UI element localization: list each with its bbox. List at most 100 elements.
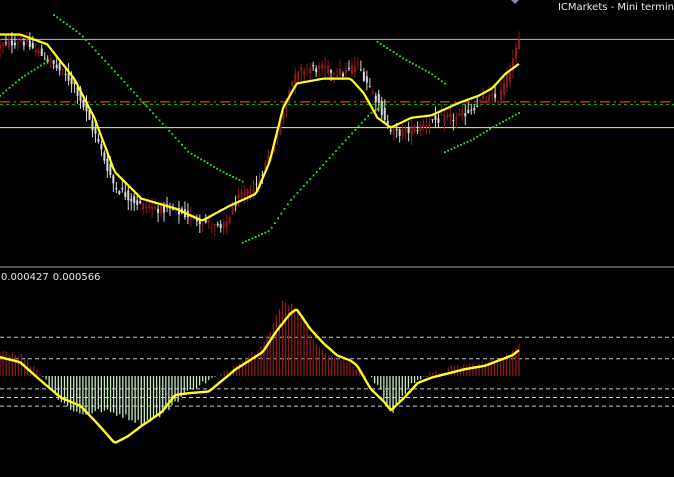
envelope-dot <box>193 154 196 157</box>
candle-body <box>109 163 112 175</box>
candle-body <box>216 223 219 226</box>
candle-body <box>157 208 160 213</box>
envelope-dot <box>145 105 148 108</box>
candle-body <box>1 43 4 46</box>
envelope-dot <box>129 88 132 90</box>
envelope-dot <box>460 143 462 146</box>
candle-body <box>106 158 109 171</box>
envelope-dot <box>213 165 215 168</box>
envelope-dot <box>97 53 100 55</box>
envelope-dot <box>389 49 392 52</box>
trading-chart[interactable] <box>0 0 674 477</box>
envelope-dot <box>370 111 373 114</box>
envelope-dot <box>5 89 8 92</box>
envelope-dot <box>161 122 164 125</box>
candle-body <box>136 200 139 205</box>
candle-body <box>500 89 503 101</box>
candle-body <box>0 45 1 49</box>
candle-body <box>449 113 452 118</box>
envelope-dot <box>331 153 334 156</box>
candle-body <box>434 115 437 120</box>
envelope-dot <box>241 180 244 183</box>
envelope-dot <box>482 131 485 134</box>
candle-body <box>431 119 434 121</box>
envelope-dot <box>251 237 254 240</box>
indicator-value-1: 0.000427 <box>1 272 49 283</box>
candle-body <box>353 66 356 73</box>
envelope-dot <box>379 43 382 45</box>
chart-shift-marker <box>511 0 519 4</box>
candle-body <box>344 69 347 74</box>
candle-body <box>443 114 446 124</box>
envelope-dot <box>498 122 501 125</box>
envelope-dot <box>485 129 488 132</box>
candle-body <box>207 220 210 224</box>
envelope-dot <box>27 72 30 75</box>
candle-body <box>494 93 497 98</box>
envelope-dot <box>338 146 341 149</box>
envelope-dot <box>309 178 312 180</box>
candle-body <box>246 188 249 196</box>
envelope-dot <box>184 147 187 150</box>
candle-body <box>374 95 377 102</box>
candle-body <box>398 129 401 136</box>
candle-body <box>350 65 353 74</box>
candle-body <box>294 73 297 85</box>
envelope-dot <box>232 176 235 178</box>
candle-body <box>127 190 130 201</box>
candle-body <box>219 224 222 229</box>
envelope-dot <box>36 66 39 69</box>
candle-body <box>61 69 64 71</box>
envelope-dot <box>245 240 247 243</box>
envelope-dot <box>293 195 296 198</box>
candle-body <box>377 93 380 104</box>
envelope-dot <box>123 81 126 83</box>
candle-body <box>201 224 204 226</box>
envelope-dot <box>181 143 183 146</box>
envelope-dot <box>463 142 466 145</box>
envelope-dot <box>283 208 286 210</box>
candle-body <box>485 99 488 101</box>
envelope-dot <box>489 128 491 130</box>
candle-body <box>514 47 517 60</box>
envelope-dot <box>418 66 421 69</box>
candle-body <box>392 129 395 135</box>
candle-body <box>437 118 440 123</box>
envelope-dot <box>380 106 382 109</box>
envelope-dot <box>65 23 68 26</box>
candle-body <box>300 66 303 72</box>
candle-body <box>25 39 28 43</box>
envelope-dot <box>216 167 219 170</box>
candle-body <box>94 128 97 134</box>
candle-body <box>389 129 392 132</box>
candle-body <box>452 120 455 122</box>
candle-body <box>371 91 374 93</box>
envelope-dot <box>376 41 379 43</box>
envelope-dot <box>8 86 11 89</box>
envelope-dot <box>395 53 398 56</box>
candle-body <box>121 187 124 190</box>
candle-body <box>31 42 34 49</box>
candle-body <box>43 58 46 60</box>
envelope-dot <box>225 172 228 175</box>
envelope-dot <box>142 101 145 104</box>
envelope-dot <box>386 47 389 49</box>
envelope-dot <box>120 77 123 80</box>
candle-body <box>49 59 52 61</box>
envelope-dot <box>33 68 36 71</box>
envelope-dot <box>437 78 440 80</box>
candle-body <box>482 95 485 100</box>
envelope-dot <box>447 149 450 152</box>
candle-body <box>124 192 127 197</box>
broker-label: ICMarkets - Mini termin <box>557 2 674 13</box>
envelope-dot <box>229 174 231 177</box>
envelope-dot <box>158 119 161 122</box>
envelope-dot <box>168 129 171 132</box>
envelope-dot <box>133 91 135 94</box>
candle-body <box>413 126 416 132</box>
candle-body <box>383 108 386 120</box>
candle-body <box>52 60 55 64</box>
candle-body <box>213 224 216 227</box>
candle-body <box>327 65 330 73</box>
candle-body <box>97 139 100 142</box>
